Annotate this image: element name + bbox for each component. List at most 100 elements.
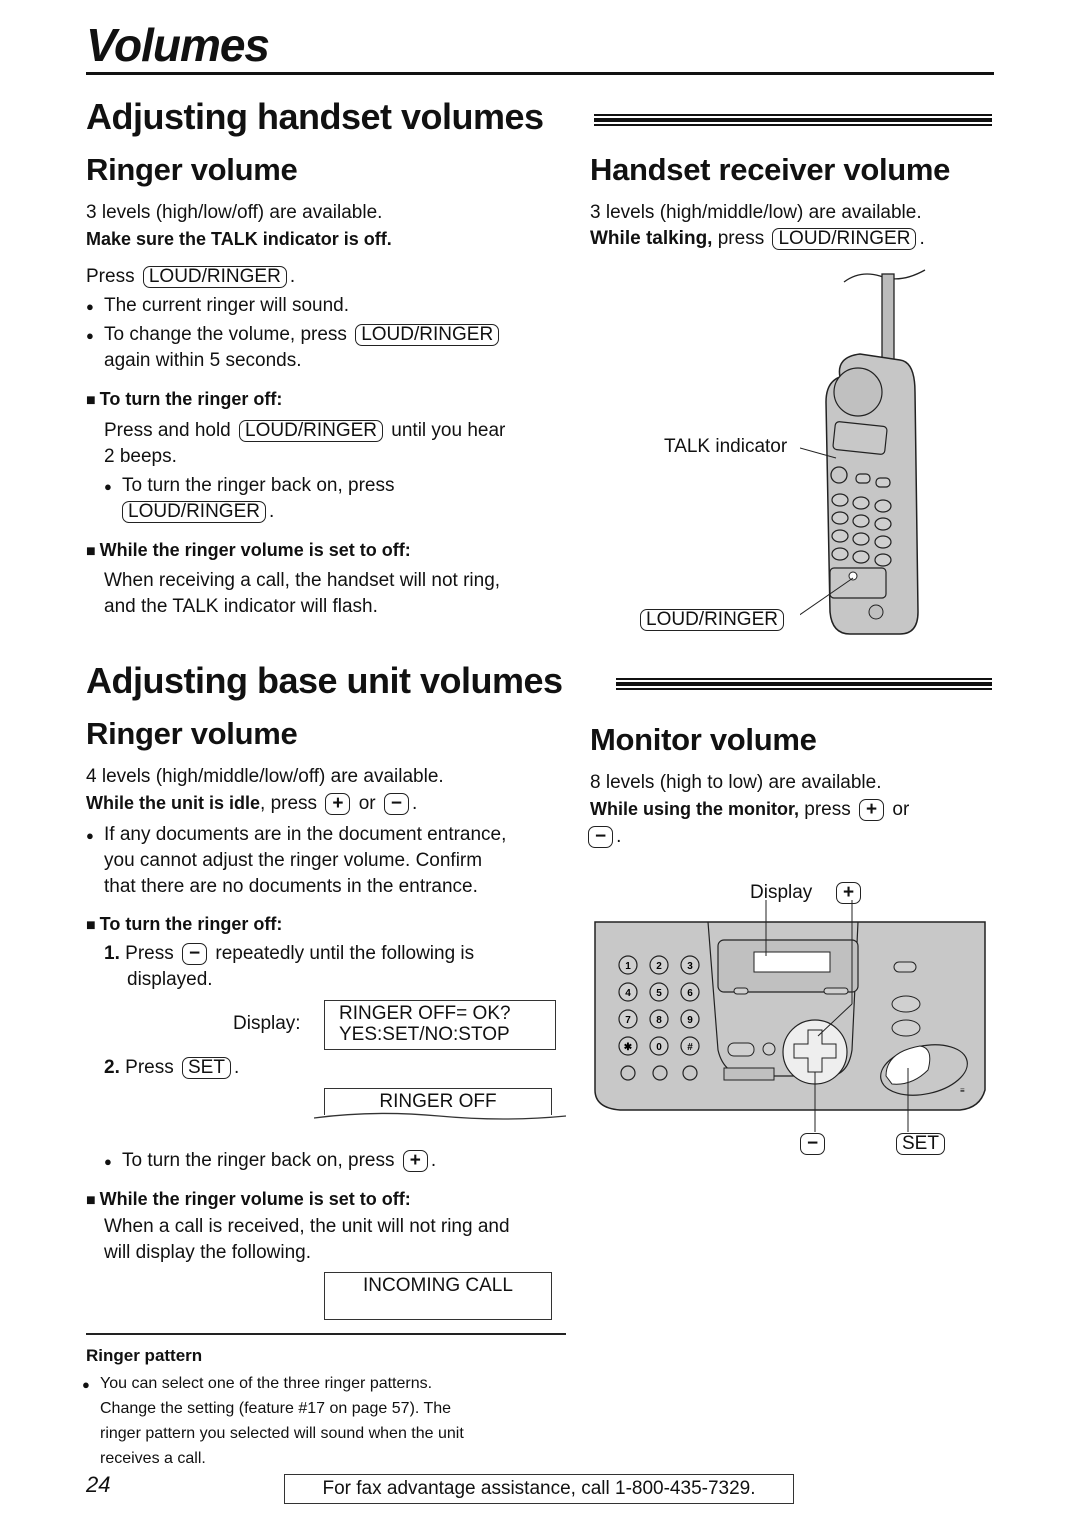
display-window-icon [753,951,831,973]
square-bullet-icon: ■ [86,392,96,409]
minus-key: − [800,1133,826,1155]
instr-bold: While using the monitor, [590,799,799,819]
bullet-change-volume-cont: again within 5 seconds. [104,350,302,371]
press-loud-ringer-line: Press LOUD/RINGER. [86,266,296,288]
keypad-key-label: # [687,1042,693,1053]
base-while-off-heading: ■ While the ringer volume is set to off: [86,1186,411,1214]
svg-text:≡: ≡ [960,1086,965,1095]
talk-button-icon [830,466,848,484]
base-while-off-line2: will display the following. [104,1242,311,1263]
loud-ringer-label: LOUD/RINGER [640,607,784,633]
text: Press [125,943,174,964]
keypad-key-label: 0 [656,1042,662,1053]
mic-icon [868,604,884,620]
square-bullet-icon: ■ [86,543,96,560]
monitor-instruction: While using the monitor, press + or [590,796,909,823]
base-turn-off-heading: ■ To turn the ringer off: [86,911,282,939]
text: Press and hold [104,420,231,441]
instr-bold: While the unit is idle [86,793,261,813]
two-beeps-line: 2 beeps. [104,446,177,467]
step1-line2: displayed. [127,969,213,990]
square-bullet-icon: ■ [86,1192,96,1209]
loud-ringer-button-icon [848,571,858,581]
fax-panel-illustration: 1 2 3 4 5 6 7 8 9 ✱ 0 # ≡ [594,900,986,1132]
function-panel-icon [829,567,887,599]
bullet-base-turn-back-on: To turn the ringer back on, press +. [104,1148,436,1175]
loud-ringer-key: LOUD/RINGER [239,420,383,442]
instr-text: , press [260,793,318,814]
keypad-key-label: 9 [687,1015,693,1026]
step-number: 2. [104,1057,120,1078]
display-label: Display: [233,1013,301,1034]
panel-button-icon [727,1042,755,1057]
instr-text: press [804,799,851,820]
ringer-pattern-line3: ringer pattern you selected will sound w… [100,1425,464,1442]
plus-key: + [325,793,351,815]
press-text: Press [86,266,135,287]
base-section-title: Adjusting base unit volumes [86,660,563,701]
step2-line: 2. Press SET. [104,1057,240,1079]
divider [86,1333,566,1335]
press-hold-line: Press and hold LOUD/RINGER until you hea… [104,418,505,444]
instr-text: press [717,228,765,249]
handset-ringer-note: Make sure the TALK indicator is off. [86,229,392,249]
keypad-key-label: 2 [656,961,662,972]
bullet-documents-line2: you cannot adjust the ringer volume. Con… [104,850,483,871]
talk-indicator-label: TALK indicator [664,436,788,457]
minus-key: − [182,943,208,965]
minus-callout: − [800,1131,826,1157]
keypad-key-label: 8 [656,1015,662,1026]
receiver-instruction: While talking, press LOUD/RINGER. [590,228,925,250]
step1-line: 1. Press − repeatedly until the followin… [104,941,474,967]
while-off-heading: ■ While the ringer volume is set to off: [86,537,411,565]
loud-ringer-key: LOUD/RINGER [122,501,266,523]
turn-off-heading: ■ To turn the ringer off: [86,386,282,414]
keypad-key-label: ✱ [624,1042,633,1053]
set-callout: SET [896,1131,945,1157]
keypad-key-label: 7 [625,1015,631,1026]
minus-key: − [383,793,410,815]
text: Press [125,1057,174,1078]
or-text: or [892,799,910,820]
monitor-instruction-cont: −. [588,824,621,850]
handset-section-title: Adjusting handset volumes [86,96,544,137]
handset-ringer-heading: Ringer volume [86,152,298,187]
section-rule [594,114,992,128]
handset-ringer-levels: 3 levels (high/low/off) are available. [86,202,383,223]
bullet-change-volume: To change the volume, press LOUD/RINGER [86,322,502,349]
or-text: or [358,793,376,814]
handset-illustration [800,269,926,635]
receiver-levels: 3 levels (high/middle/low) are available… [590,202,922,223]
lcd-line1: RINGER OFF= OK? [339,1003,511,1024]
lcd-ringer-off-confirm: RINGER OFF= OK? YES:SET/NO:STOP [324,1000,556,1050]
keypad-key-label: 1 [625,961,631,972]
handset-display-icon [832,421,888,455]
ringer-pattern-line1: You can select one of the three ringer p… [82,1372,432,1397]
heading-text: While the ringer volume is set to off: [99,540,411,560]
text: until you hear [391,420,506,441]
loud-ringer-key: LOUD/RINGER [772,228,917,250]
base-ringer-levels: 4 levels (high/middle/low/off) are avail… [86,766,444,787]
keypad-key-label: 5 [656,988,662,999]
page-number: 24 [86,1472,111,1497]
heading-text: While the ringer volume is set to off: [99,1189,411,1209]
loud-ringer-key: LOUD/RINGER [640,609,784,631]
while-off-line1: When receiving a call, the handset will … [104,570,501,591]
instr-bold: While talking, [590,228,713,249]
bullet-documents-line1: If any documents are in the document ent… [86,822,506,849]
title-rule [86,72,994,75]
page-title: Volumes [86,19,270,71]
receiver-volume-heading: Handset receiver volume [590,152,951,187]
ringer-pattern-line2: Change the setting (feature #17 on page … [100,1400,452,1417]
keypad-key-label: 4 [625,988,631,999]
torn-edge-icon [314,1112,566,1120]
keypad-key-label: 6 [687,988,693,999]
keypad-key-label: 3 [687,961,693,972]
loud-ringer-key: LOUD/RINGER [355,324,500,346]
monitor-levels: 8 levels (high to low) are available. [590,772,882,793]
turn-back-on-key-line: LOUD/RINGER. [122,499,274,525]
lcd-line2: YES:SET/NO:STOP [339,1024,510,1045]
set-key: SET [182,1057,231,1079]
monitor-volume-heading: Monitor volume [590,722,817,757]
ringer-pattern-line4: receives a call. [100,1450,206,1467]
